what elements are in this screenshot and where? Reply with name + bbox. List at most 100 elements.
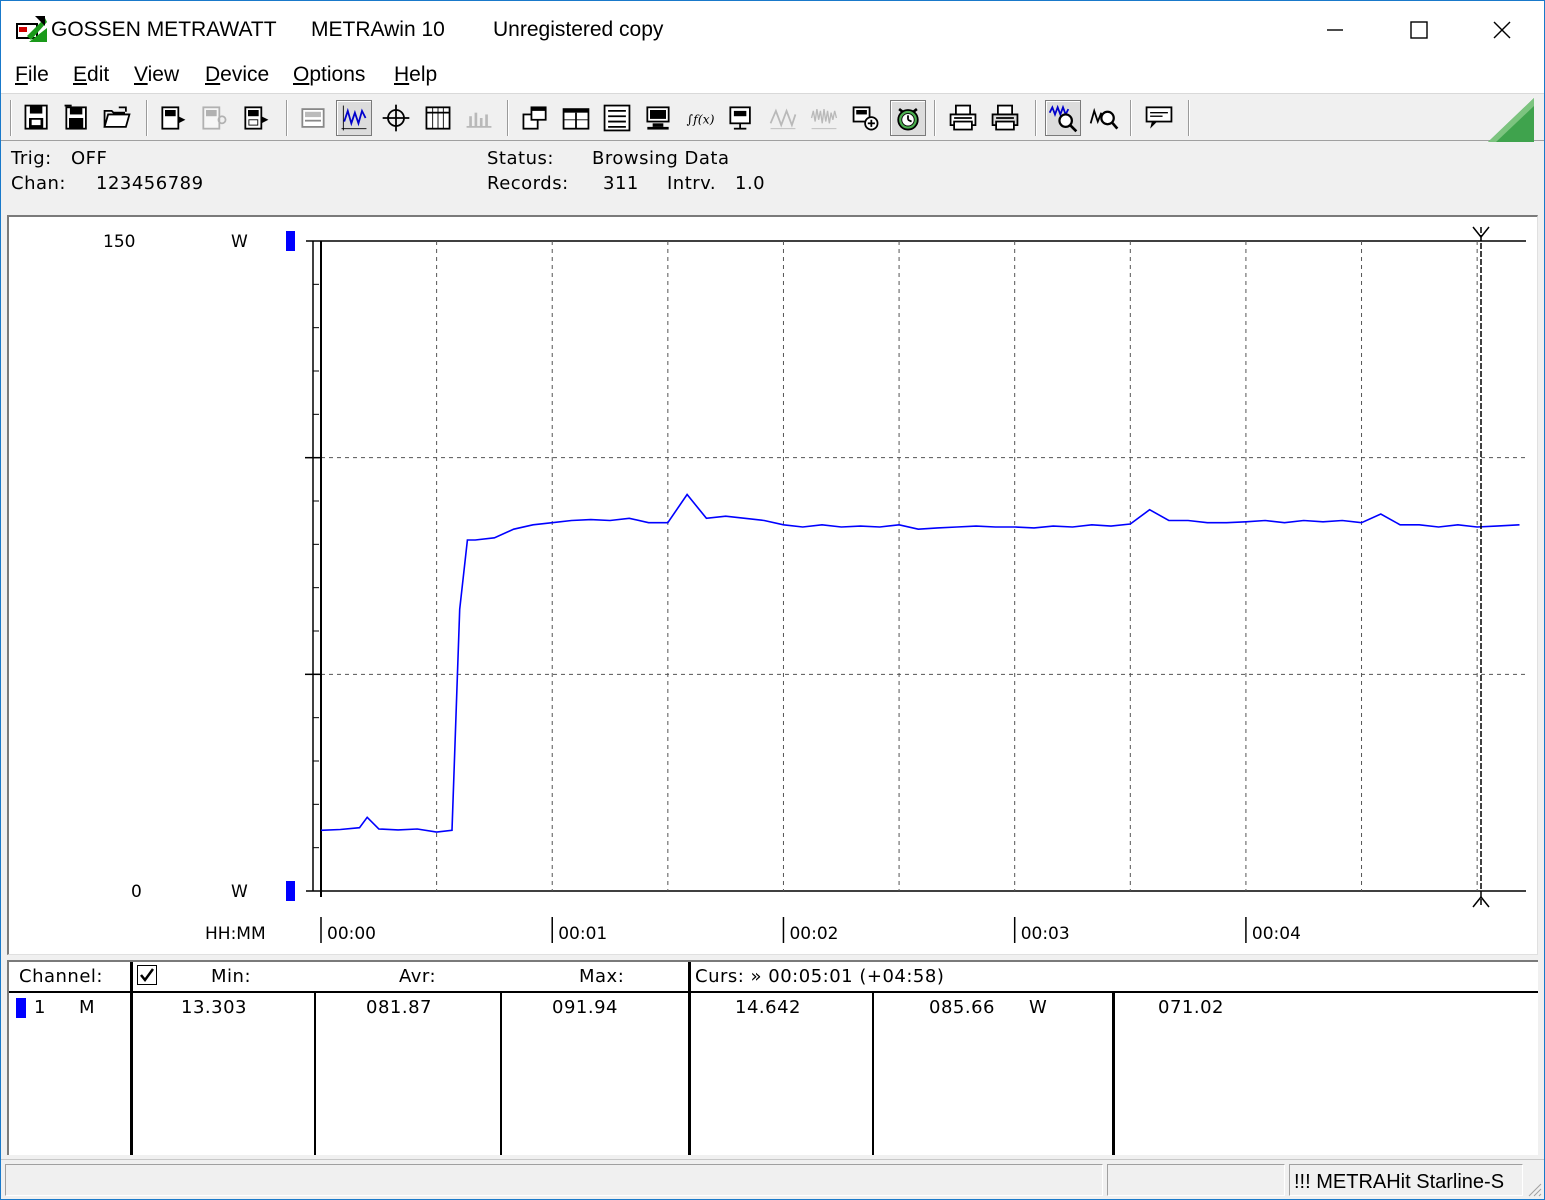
- channel-marker-top[interactable]: [286, 231, 295, 251]
- menu-device[interactable]: Device: [205, 63, 269, 87]
- toolbar-separator: [10, 100, 12, 136]
- table-col-divider: [130, 962, 133, 1155]
- alarm-clock-button[interactable]: [890, 100, 926, 136]
- maximize-button[interactable]: [1377, 1, 1461, 59]
- channel-checkbox[interactable]: [137, 965, 157, 985]
- x-tick-label: 00:00: [327, 924, 376, 944]
- status-info-panel: Trig: OFF Chan: 123456789 Status: Browsi…: [1, 142, 1544, 212]
- row-max: 091.94: [552, 997, 618, 1018]
- chart-panel[interactable]: 00:00 00:01 00:02 00:03 00:04 150 W 0 W HH:M…: [7, 215, 1538, 955]
- wave-signal-button: [765, 100, 801, 136]
- comment-button[interactable]: [1141, 100, 1177, 136]
- zoom-cursor-icon: [1089, 107, 1119, 130]
- row-min: 13.303: [181, 997, 247, 1018]
- record-button[interactable]: [848, 100, 884, 136]
- monitor-button[interactable]: [640, 100, 676, 136]
- x-tick-label: 00:01: [558, 924, 607, 944]
- alarm-clock-icon: [897, 108, 919, 131]
- channel-marker-bottom[interactable]: [286, 881, 295, 901]
- header-cursor: Curs: » 00:05:01 (+04:58): [695, 966, 945, 987]
- y-top-unit: W: [231, 232, 248, 252]
- menu-view[interactable]: View: [134, 63, 179, 87]
- svg-text:∫f(x): ∫f(x): [687, 111, 715, 126]
- save-as-button[interactable]: [59, 100, 95, 136]
- window-split-button[interactable]: [558, 100, 594, 136]
- printer-color-button[interactable]: [987, 100, 1023, 136]
- y-axis: [305, 241, 322, 897]
- interval-value: 1.0: [735, 173, 766, 194]
- checkmark-icon: [140, 968, 155, 983]
- zoom-cursor-button[interactable]: [1086, 100, 1122, 136]
- y-bottom-unit: W: [231, 882, 248, 902]
- close-button[interactable]: [1460, 1, 1544, 59]
- noise-signal-icon: [810, 109, 838, 130]
- comment-icon: [1145, 106, 1173, 129]
- chart-series: [320, 493, 1520, 833]
- records-value: 311: [603, 173, 639, 194]
- printer-color-icon: [991, 104, 1019, 131]
- open-file-button[interactable]: [99, 100, 135, 136]
- menu-options[interactable]: Options: [293, 63, 365, 87]
- table-view-icon: [425, 106, 451, 130]
- record-icon: [852, 106, 879, 131]
- window-move-button[interactable]: [517, 100, 553, 136]
- status-value: Browsing Data: [592, 148, 730, 169]
- device-read-button[interactable]: [155, 100, 191, 136]
- toolbar-separator: [1188, 100, 1190, 136]
- maximize-icon: [1410, 21, 1428, 39]
- chart-grid: [306, 240, 1526, 892]
- title-bar: GOSSEN METRAWATT METRAwin 10 Unregistere…: [1, 1, 1544, 59]
- function-button[interactable]: ∫f(x): [682, 100, 718, 136]
- menu-help[interactable]: Help: [394, 63, 437, 87]
- zoom-wave-button[interactable]: [1045, 100, 1081, 136]
- window-split-icon: [562, 108, 590, 130]
- app-window: GOSSEN METRAWATT METRAwin 10 Unregistere…: [0, 0, 1545, 1200]
- zoom-wave-icon: [1048, 104, 1078, 133]
- channel-table: Channel: Min: Avr: Max: Curs: » 00:05:01…: [7, 960, 1538, 1155]
- display-button[interactable]: [723, 100, 759, 136]
- table-col-divider: [872, 992, 874, 1155]
- chart-cursor: [1472, 226, 1490, 908]
- series-line: [320, 493, 1520, 833]
- title-brand: GOSSEN METRAWATT: [51, 18, 277, 41]
- x-axis: 00:00 00:01 00:02 00:03 00:04: [320, 917, 1301, 944]
- device-memory-icon: [244, 106, 269, 130]
- toolbar-separator: [934, 100, 936, 136]
- row-channel: 1: [34, 997, 46, 1018]
- row-curs-left: 14.642: [735, 997, 801, 1018]
- minimize-icon: [1327, 29, 1343, 31]
- table-view-button[interactable]: [420, 100, 456, 136]
- printer-button[interactable]: [945, 100, 981, 136]
- interval-label: Intrv.: [667, 173, 717, 194]
- records-label: Records:: [487, 173, 569, 194]
- print-preview-button[interactable]: [295, 100, 331, 136]
- menu-file[interactable]: File: [15, 63, 49, 87]
- chan-value: 123456789: [96, 173, 204, 194]
- header-max: Max:: [579, 966, 625, 987]
- device-memory-button[interactable]: [238, 100, 274, 136]
- header-avr: Avr:: [399, 966, 437, 987]
- toolbar: ∫f(x): [1, 93, 1544, 142]
- resize-grip-icon[interactable]: [1526, 1181, 1542, 1197]
- y-top-label: 150: [103, 232, 135, 252]
- noise-signal-button: [806, 100, 842, 136]
- wave-view-button[interactable]: [336, 100, 372, 136]
- menu-edit[interactable]: Edit: [73, 63, 109, 87]
- save-file-button[interactable]: [19, 100, 55, 136]
- table-col-divider: [1112, 992, 1115, 1155]
- measurement-chart[interactable]: 00:00 00:01 00:02 00:03 00:04 150 W 0 W HH:M…: [9, 217, 1537, 954]
- row-curs-value: 085.66: [929, 997, 995, 1018]
- list-data-button[interactable]: [599, 100, 635, 136]
- header-min: Min:: [211, 966, 252, 987]
- menu-bar: File Edit View Device Options Help: [1, 59, 1544, 93]
- toolbar-separator: [286, 100, 288, 136]
- table-col-divider: [688, 962, 691, 1155]
- status-bar-panel-main: [5, 1164, 1103, 1196]
- crosshair-icon: [382, 104, 410, 132]
- crosshair-button[interactable]: [378, 100, 414, 136]
- row-avr: 081.87: [366, 997, 432, 1018]
- status-bar-device: !!! METRAHit Starline-S: [1289, 1164, 1523, 1196]
- save-as-icon: [64, 104, 87, 130]
- device-config-button: [196, 100, 232, 136]
- minimize-button[interactable]: [1293, 1, 1377, 59]
